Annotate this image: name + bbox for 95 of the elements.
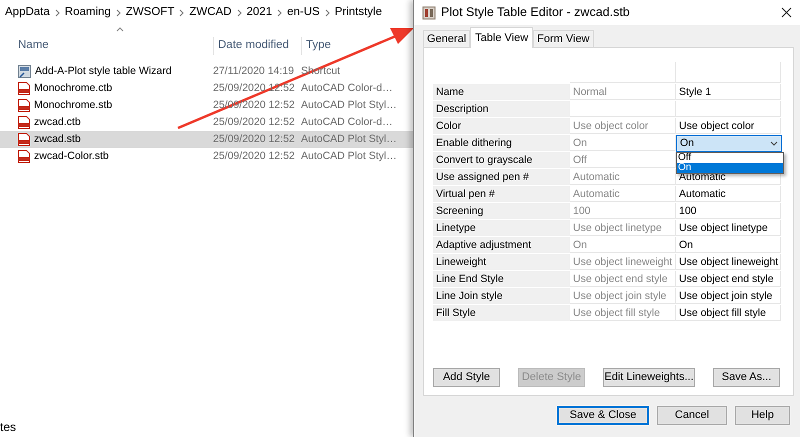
chevron-icon <box>236 8 242 16</box>
tab[interactable]: General <box>423 30 470 47</box>
breadcrumb-item[interactable]: en-US <box>287 4 320 22</box>
file-date: 25/09/2020 12:52 <box>213 116 295 128</box>
status-text: tes <box>0 419 16 436</box>
file-row[interactable]: zwcad.ctb 25/09/2020 12:52 AutoCAD Color-d… <box>0 114 420 131</box>
file-type: AutoCAD Color-d… <box>301 82 393 94</box>
file-date: 25/09/2020 12:52 <box>213 150 295 162</box>
default-value: 100 <box>573 205 591 217</box>
chevron-icon <box>116 8 121 16</box>
default-value: Off <box>573 154 587 166</box>
property-label: Convert to grayscale <box>436 154 532 166</box>
default-value: Automatic <box>573 171 620 183</box>
file-type: AutoCAD Color-d… <box>301 116 393 128</box>
dialog-button[interactable]: Add Style <box>433 368 500 387</box>
style-value[interactable]: Use object lineweight <box>679 256 778 268</box>
dropdown[interactable]: On <box>676 135 782 152</box>
chevron-icon <box>324 8 330 16</box>
style-value[interactable]: Use object color <box>679 120 754 132</box>
chevron-icon <box>770 141 778 146</box>
style-value[interactable]: Use object end style <box>679 273 774 285</box>
dropdown-option[interactable]: On <box>677 163 783 173</box>
file-date: 27/11/2020 14:19 <box>213 64 294 77</box>
default-value: Use object end style <box>573 273 668 285</box>
breadcrumb-item[interactable]: ZWCAD <box>189 4 232 22</box>
close-icon[interactable] <box>781 7 792 18</box>
chevron-icon <box>277 8 282 16</box>
breadcrumb-item[interactable]: 2021 <box>246 4 272 22</box>
property-label: Linetype <box>436 222 476 234</box>
property-label: Line Join style <box>436 290 503 302</box>
wizard-icon <box>18 65 31 78</box>
column-header[interactable]: Name <box>18 37 49 55</box>
file-name: zwcad-Color.stb <box>34 148 109 164</box>
dialog-button[interactable]: Help <box>735 406 790 425</box>
property-label: Color <box>436 120 462 132</box>
property-label: Fill Style <box>436 307 476 319</box>
default-value: Normal <box>573 86 607 98</box>
file-name: zwcad.ctb <box>34 114 81 130</box>
style-value[interactable]: Automatic <box>679 188 726 200</box>
style-value[interactable]: 100 <box>679 205 697 217</box>
dialog-button[interactable]: Save As... <box>713 368 780 387</box>
property-label: Virtual pen # <box>436 188 495 200</box>
file-name: Add-A-Plot style table Wizard <box>35 64 172 79</box>
property-label: Adaptive adjustment <box>436 239 532 251</box>
column-header[interactable]: Type <box>306 39 331 52</box>
property-label: Line End Style <box>436 273 504 285</box>
dialog-button[interactable]: Save & Close <box>557 406 649 425</box>
style-value[interactable]: Use object fill style <box>679 307 766 319</box>
app-icon <box>422 6 436 20</box>
style-value[interactable]: Use object linetype <box>679 222 768 234</box>
style-value[interactable]: Use object join style <box>679 290 772 302</box>
file-name: Monochrome.ctb <box>34 80 112 96</box>
file-type: AutoCAD Plot Styl… <box>301 150 397 162</box>
document-icon <box>18 82 30 95</box>
property-label: Screening <box>436 205 484 217</box>
column-header[interactable]: Date modified <box>218 39 289 52</box>
tab[interactable]: Table View <box>470 27 534 48</box>
style-value[interactable]: Style 1 <box>679 86 712 98</box>
document-icon <box>18 133 30 146</box>
document-icon <box>18 150 30 163</box>
file-name: Monochrome.stb <box>34 98 112 113</box>
default-value: Use object fill style <box>573 307 660 319</box>
file-row[interactable]: zwcad-Color.stb 25/09/2020 12:52 AutoCAD Plot Styl… <box>0 148 420 165</box>
window-title: Plot Style Table Editor - zwcad.stb <box>441 4 631 22</box>
dialog-button[interactable]: Cancel <box>657 406 727 425</box>
property-label: Description <box>436 103 489 115</box>
chevron-icon <box>179 8 184 16</box>
tab[interactable]: Form View <box>533 30 594 47</box>
default-value: Use object color <box>573 120 648 132</box>
breadcrumb-item[interactable]: ZWSOFT <box>126 4 174 22</box>
property-label: Lineweight <box>436 256 486 268</box>
breadcrumb-item[interactable]: Printstyle <box>334 4 382 22</box>
dialog-button[interactable]: Edit Lineweights... <box>603 368 695 387</box>
chevron-icon <box>54 8 60 16</box>
property-label: Name <box>436 86 464 98</box>
file-date: 25/09/2020 12:52 <box>213 132 295 145</box>
style-value[interactable]: On <box>679 239 694 251</box>
sort-icon <box>116 27 124 32</box>
file-type: AutoCAD Plot Styl… <box>301 132 397 145</box>
property-label: Enable dithering <box>436 137 512 149</box>
dropdown-option[interactable]: Off <box>677 153 783 163</box>
breadcrumb-item[interactable]: Roaming <box>64 4 111 22</box>
property-label: Use assigned pen # <box>436 171 529 183</box>
document-icon <box>18 116 30 129</box>
default-value: On <box>573 137 588 149</box>
default-value: On <box>573 239 588 251</box>
file-name: zwcad.stb <box>34 132 81 147</box>
default-value: Use object join style <box>573 290 666 302</box>
breadcrumb-item[interactable]: AppData <box>5 4 50 22</box>
style-value[interactable]: Automatic <box>679 171 726 183</box>
default-value: Use object lineweight <box>573 256 672 268</box>
document-icon <box>18 99 30 112</box>
file-type: AutoCAD Plot Styl… <box>301 98 397 111</box>
default-value: Automatic <box>573 188 620 200</box>
default-value: Use object linetype <box>573 222 662 234</box>
